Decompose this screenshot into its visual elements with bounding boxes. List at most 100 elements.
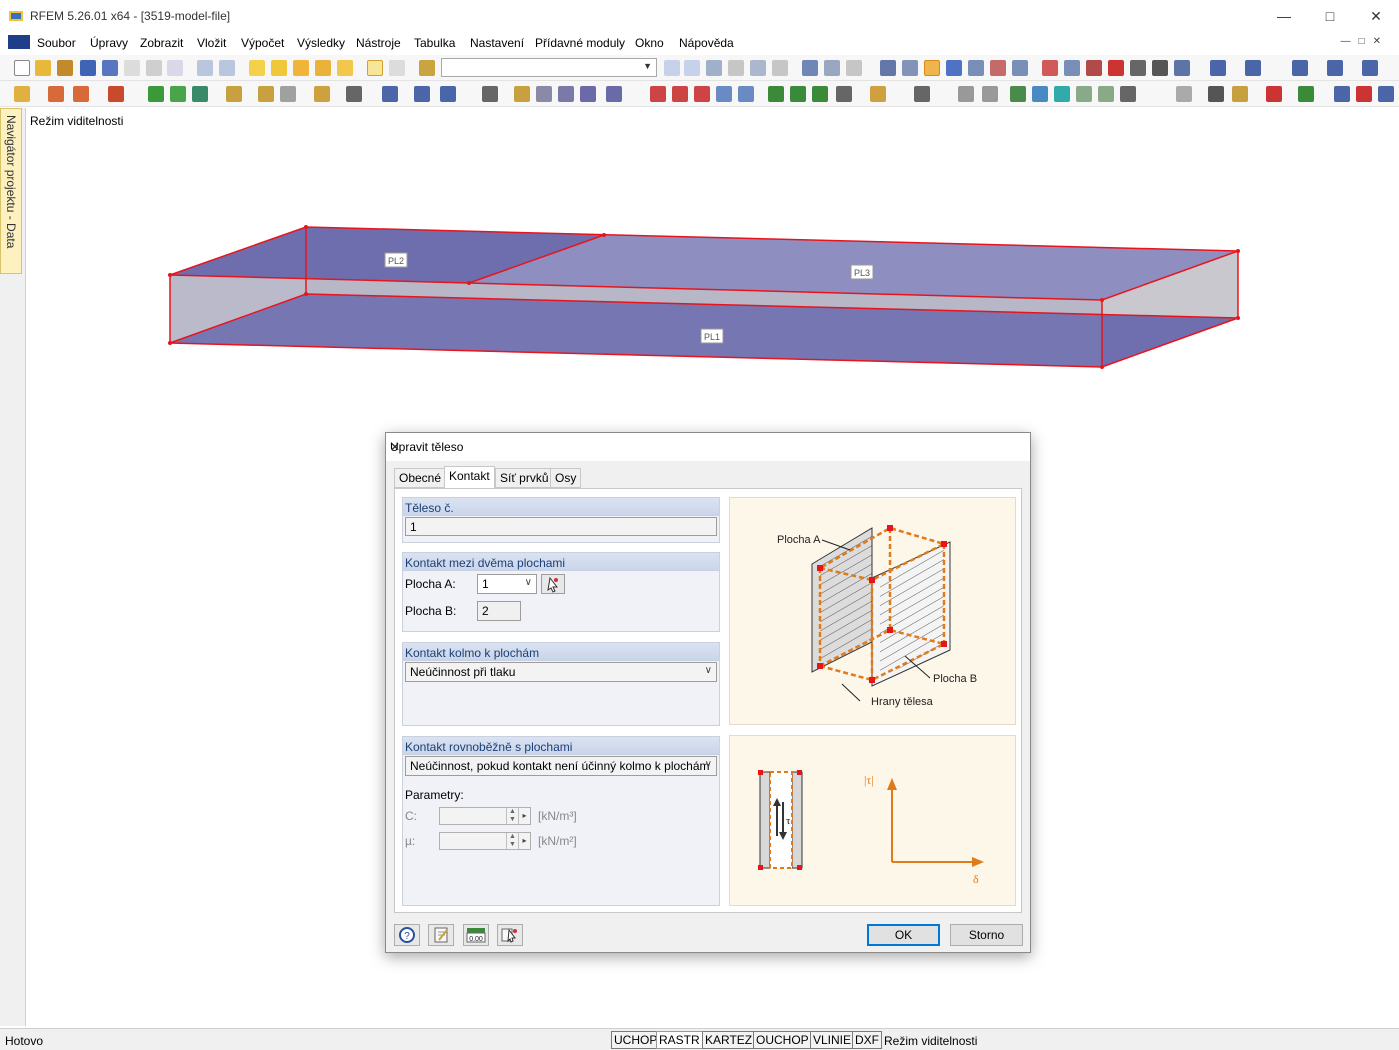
block-icon[interactable]: [346, 86, 362, 102]
snapshot-icon[interactable]: [1152, 60, 1168, 76]
cut-icon[interactable]: [1076, 86, 1092, 102]
new-file-icon[interactable]: [14, 60, 30, 76]
generate-icon[interactable]: [606, 86, 622, 102]
view-side-icon[interactable]: [1245, 60, 1261, 76]
snap-toggle[interactable]: UCHOP: [611, 1031, 661, 1049]
view-front-icon[interactable]: [1210, 60, 1226, 76]
display-icon[interactable]: [315, 60, 331, 76]
spin-arrows-icon[interactable]: ▲ ▼: [506, 833, 518, 849]
print-report-icon[interactable]: [124, 60, 140, 76]
fe-mesh-icon[interactable]: [902, 60, 918, 76]
menu-tabulka[interactable]: Tabulka: [414, 36, 455, 50]
guidelines-toggle[interactable]: VLINIE: [810, 1031, 855, 1049]
dxf-toggle[interactable]: DXF: [852, 1031, 882, 1049]
menu-okno[interactable]: Okno: [635, 36, 664, 50]
previous-icon[interactable]: [664, 60, 680, 76]
save-all-icon[interactable]: [80, 60, 96, 76]
menu-zobrazit[interactable]: Zobrazit: [140, 36, 183, 50]
cartesian-toggle[interactable]: KARTEZ: [702, 1031, 756, 1049]
window-icon[interactable]: [337, 60, 353, 76]
mirror-icon[interactable]: [1086, 60, 1102, 76]
regenerate-icon[interactable]: [812, 86, 828, 102]
object-snap-toggle[interactable]: OUCHOP: [753, 1031, 812, 1049]
select-nodes-icon[interactable]: [672, 86, 688, 102]
numeric-input-button[interactable]: 0.00: [463, 924, 489, 946]
graph-icon[interactable]: [1266, 86, 1282, 102]
result-table-icon[interactable]: [846, 60, 862, 76]
max-values-icon[interactable]: [772, 60, 788, 76]
grid-view-icon[interactable]: [389, 60, 405, 76]
rfem-logo-icon[interactable]: [8, 35, 30, 49]
table-icon[interactable]: [1176, 86, 1192, 102]
results-icon[interactable]: [706, 60, 722, 76]
view-icon[interactable]: [968, 60, 984, 76]
menu-vysledky[interactable]: Výsledky: [297, 36, 345, 50]
load-icon[interactable]: [226, 86, 242, 102]
bim-icon[interactable]: [1356, 86, 1372, 102]
slope-icon[interactable]: [1098, 86, 1114, 102]
connect-icon[interactable]: [514, 86, 530, 102]
cancel-button[interactable]: Storno: [950, 924, 1023, 946]
camera-icon[interactable]: [1130, 60, 1146, 76]
body-number-field[interactable]: 1: [405, 517, 717, 536]
print-icon[interactable]: [146, 60, 162, 76]
close-window-button[interactable]: ✕: [1353, 0, 1399, 32]
select-lines-icon[interactable]: [694, 86, 710, 102]
print-graphic-icon[interactable]: [167, 60, 183, 76]
menu-napoveda[interactable]: Nápověda: [679, 36, 734, 50]
select-icon[interactable]: [271, 60, 287, 76]
visibility-mode-icon[interactable]: [924, 60, 940, 76]
axis-icon[interactable]: [1064, 60, 1080, 76]
grid-icon[interactable]: [280, 86, 296, 102]
export-icon[interactable]: [1232, 86, 1248, 102]
deformation-icon[interactable]: [750, 60, 766, 76]
open-folder-icon[interactable]: [35, 60, 51, 76]
view-iso-icon[interactable]: [1327, 60, 1343, 76]
dialog-title-bar[interactable]: Upravit těleso ✕: [386, 433, 1030, 461]
project-navigator-tab[interactable]: Navigátor projektu - Data: [0, 108, 22, 274]
maximize-button[interactable]: □: [1307, 0, 1353, 32]
sync-icon[interactable]: [1378, 86, 1394, 102]
render-icon[interactable]: [990, 60, 1006, 76]
redo-icon[interactable]: [219, 60, 235, 76]
animation-icon[interactable]: [802, 60, 818, 76]
move-icon[interactable]: [482, 86, 498, 102]
spin-menu-icon[interactable]: ▸: [518, 808, 530, 824]
edit-icon[interactable]: [249, 60, 265, 76]
settings-icon[interactable]: [1174, 60, 1190, 76]
filter-icon[interactable]: [650, 86, 666, 102]
solid-icon[interactable]: [414, 86, 430, 102]
help-button[interactable]: ?: [394, 924, 420, 946]
mesh-icon[interactable]: [880, 60, 896, 76]
open-project-icon[interactable]: [57, 60, 73, 76]
menu-pridavne-moduly[interactable]: Přídavné moduly: [535, 36, 625, 50]
support-icon[interactable]: [148, 86, 164, 102]
menu-nastroje[interactable]: Nástroje: [356, 36, 401, 50]
ok-button[interactable]: OK: [867, 924, 940, 946]
mu-spinbox[interactable]: ▲ ▼ ▸: [439, 832, 531, 850]
contact-perp-select[interactable]: Neúčinnost při tlaku ∨: [405, 662, 717, 682]
check-icon[interactable]: [768, 86, 784, 102]
c-spinbox[interactable]: ▲ ▼ ▸: [439, 807, 531, 825]
edit-note-button[interactable]: [428, 924, 454, 946]
model-check-icon[interactable]: [790, 86, 806, 102]
measure-icon[interactable]: [1012, 60, 1028, 76]
spin-arrows-icon[interactable]: ▲ ▼: [506, 808, 518, 824]
save-icon[interactable]: [102, 60, 118, 76]
view-bottom-icon[interactable]: [1362, 60, 1378, 76]
tab-obecne[interactable]: Obecné: [394, 468, 447, 488]
line-style-icon[interactable]: [958, 86, 974, 102]
rotate-icon[interactable]: [382, 86, 398, 102]
minimize-button[interactable]: —: [1261, 0, 1307, 32]
copy-icon[interactable]: [314, 86, 330, 102]
contact-parallel-select[interactable]: Neúčinnost, pokud kontakt není účinný ko…: [405, 756, 717, 776]
undo-icon[interactable]: [197, 60, 213, 76]
tab-osy[interactable]: Osy: [550, 468, 582, 488]
plane-icon[interactable]: [1032, 86, 1048, 102]
text-icon[interactable]: [982, 86, 998, 102]
menu-nastaveni[interactable]: Nastavení: [470, 36, 524, 50]
menu-vlozit[interactable]: Vložit: [197, 36, 226, 50]
divide-icon[interactable]: [536, 86, 552, 102]
dialog-close-icon[interactable]: ✕: [390, 440, 1024, 454]
dimension-icon[interactable]: [258, 86, 274, 102]
